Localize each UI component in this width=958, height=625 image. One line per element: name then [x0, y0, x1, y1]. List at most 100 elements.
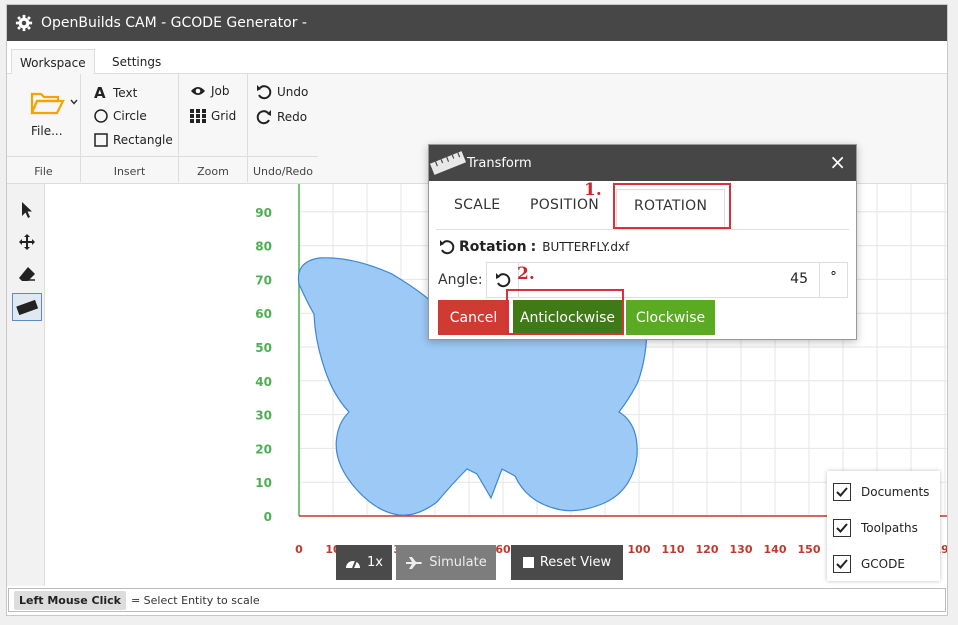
- main-tabs: Workspace Settings: [7, 41, 947, 75]
- layer-toolpaths[interactable]: Toolpaths: [833, 519, 918, 537]
- y-tick-label: 80: [255, 240, 272, 254]
- rotate-icon: [440, 240, 455, 255]
- simulate-label: Simulate: [429, 555, 487, 570]
- y-tick-label: 30: [255, 409, 272, 423]
- file-group-title: File: [34, 165, 53, 178]
- left-toolbar: [7, 184, 45, 586]
- redo-label: Redo: [277, 110, 308, 124]
- plane-icon: [406, 556, 423, 569]
- zoom-group-title: Zoom: [197, 165, 229, 178]
- annotation-step-2: 2.: [517, 264, 535, 284]
- rotate-icon: [495, 273, 510, 288]
- angle-unit: °: [819, 263, 847, 297]
- checkbox-checked-icon[interactable]: [833, 555, 851, 573]
- app-window: OpenBuilds CAM - GCODE Generator - Works…: [6, 4, 948, 616]
- insert-group-title: Insert: [113, 165, 146, 178]
- y-tick-label: 70: [255, 273, 272, 287]
- square-icon: [522, 557, 534, 568]
- zoom-job-button[interactable]: Job: [190, 84, 230, 98]
- circle-icon: [94, 109, 108, 123]
- y-tick-label: 40: [255, 375, 272, 389]
- reset-view-label: Reset View: [539, 555, 612, 570]
- undoredo-group: Undo Redo Undo/Redo: [248, 74, 318, 182]
- x-tick-label: 140: [764, 543, 787, 556]
- zoom-group: Job Grid Zoom: [179, 74, 248, 182]
- insert-text-label: Text: [113, 86, 138, 100]
- x-tick-label: 150: [798, 543, 821, 556]
- layer-toolpaths-label: Toolpaths: [861, 521, 918, 535]
- x-tick-label: 100: [628, 543, 651, 556]
- undo-button[interactable]: Undo: [256, 84, 308, 100]
- status-key-badge: Left Mouse Click: [14, 590, 126, 610]
- insert-rectangle-label: Rectangle: [113, 133, 173, 147]
- undo-icon: [257, 85, 272, 100]
- tab-divider: [436, 229, 849, 230]
- cursor-icon: [22, 202, 32, 218]
- layers-panel: Documents Toolpaths GCODE: [827, 471, 940, 581]
- insert-circle-label: Circle: [113, 109, 147, 123]
- speed-button[interactable]: 1x: [336, 545, 392, 580]
- y-tick-label: 50: [255, 341, 272, 355]
- x-tick-label: 60: [495, 543, 511, 556]
- dialog-title: Transform: [467, 155, 532, 171]
- x-tick-label: 0: [295, 543, 303, 556]
- undo-label: Undo: [277, 85, 309, 99]
- annotation-box-rotation: [613, 183, 731, 229]
- ruler-icon: [16, 299, 38, 315]
- speed-label: 1x: [367, 555, 383, 570]
- insert-group: A Text Circle Rectangle Insert: [81, 74, 179, 182]
- tab-workspace[interactable]: Workspace: [11, 49, 95, 75]
- folder-icon: [30, 92, 65, 115]
- ribbon-divider: [7, 156, 318, 157]
- select-tool-button[interactable]: [12, 196, 42, 224]
- redo-icon: [256, 110, 271, 125]
- rotation-label: Rotation: [459, 239, 527, 255]
- cancel-button[interactable]: Cancel: [438, 300, 509, 335]
- layer-documents-label: Documents: [861, 485, 930, 499]
- clockwise-button[interactable]: Clockwise: [626, 300, 715, 335]
- annotation-box-anticlockwise: [506, 289, 624, 335]
- tab-settings[interactable]: Settings: [104, 49, 169, 75]
- reset-view-button[interactable]: Reset View: [511, 545, 623, 580]
- x-tick-label: 130: [730, 543, 753, 556]
- file-button[interactable]: [29, 88, 78, 116]
- redo-button[interactable]: Redo: [256, 109, 307, 125]
- annotation-step-1: 1.: [584, 180, 602, 200]
- x-tick-label: 120: [696, 543, 719, 556]
- text-icon: A: [94, 84, 106, 102]
- scale-tool-button[interactable]: [12, 293, 42, 321]
- rotation-entity-row: Rotation: BUTTERFLY.dxf: [439, 239, 629, 255]
- file-group: File... File: [7, 74, 81, 182]
- move-icon: [19, 234, 35, 250]
- layer-gcode[interactable]: GCODE: [833, 555, 905, 573]
- layer-gcode-label: GCODE: [861, 557, 905, 571]
- chevron-down-icon: [70, 99, 78, 105]
- status-message: = Select Entity to scale: [130, 593, 260, 607]
- eye-icon: [191, 87, 205, 95]
- y-tick-label: 60: [255, 307, 272, 321]
- tab-scale[interactable]: SCALE: [454, 197, 500, 213]
- entity-name: BUTTERFLY.dxf: [542, 240, 630, 254]
- insert-circle-button[interactable]: Circle: [94, 109, 147, 123]
- transform-dialog: Transform × SCALE POSITION ROTATION Rota…: [428, 144, 857, 340]
- undoredo-group-title: Undo/Redo: [252, 165, 314, 178]
- checkbox-checked-icon[interactable]: [833, 519, 851, 537]
- simulate-button[interactable]: Simulate: [396, 545, 496, 580]
- checkbox-checked-icon[interactable]: [833, 483, 851, 501]
- gear-icon: [15, 14, 33, 32]
- y-tick-label: 20: [255, 442, 272, 456]
- eraser-tool-button[interactable]: [12, 260, 42, 288]
- zoom-grid-button[interactable]: Grid: [190, 109, 236, 123]
- eraser-icon: [19, 267, 35, 281]
- layer-documents[interactable]: Documents: [833, 483, 929, 501]
- insert-text-button[interactable]: A Text: [94, 84, 137, 102]
- angle-label: Angle:: [438, 272, 483, 288]
- insert-rectangle-button[interactable]: Rectangle: [94, 133, 173, 147]
- y-tick-label: 90: [255, 206, 272, 220]
- grid-icon: [190, 109, 206, 123]
- status-bar: Left Mouse Click = Select Entity to scal…: [8, 588, 946, 612]
- move-tool-button[interactable]: [12, 228, 42, 256]
- dialog-header: Transform ×: [429, 145, 856, 181]
- close-icon[interactable]: ×: [829, 152, 846, 172]
- app-title: OpenBuilds CAM - GCODE Generator -: [41, 15, 307, 31]
